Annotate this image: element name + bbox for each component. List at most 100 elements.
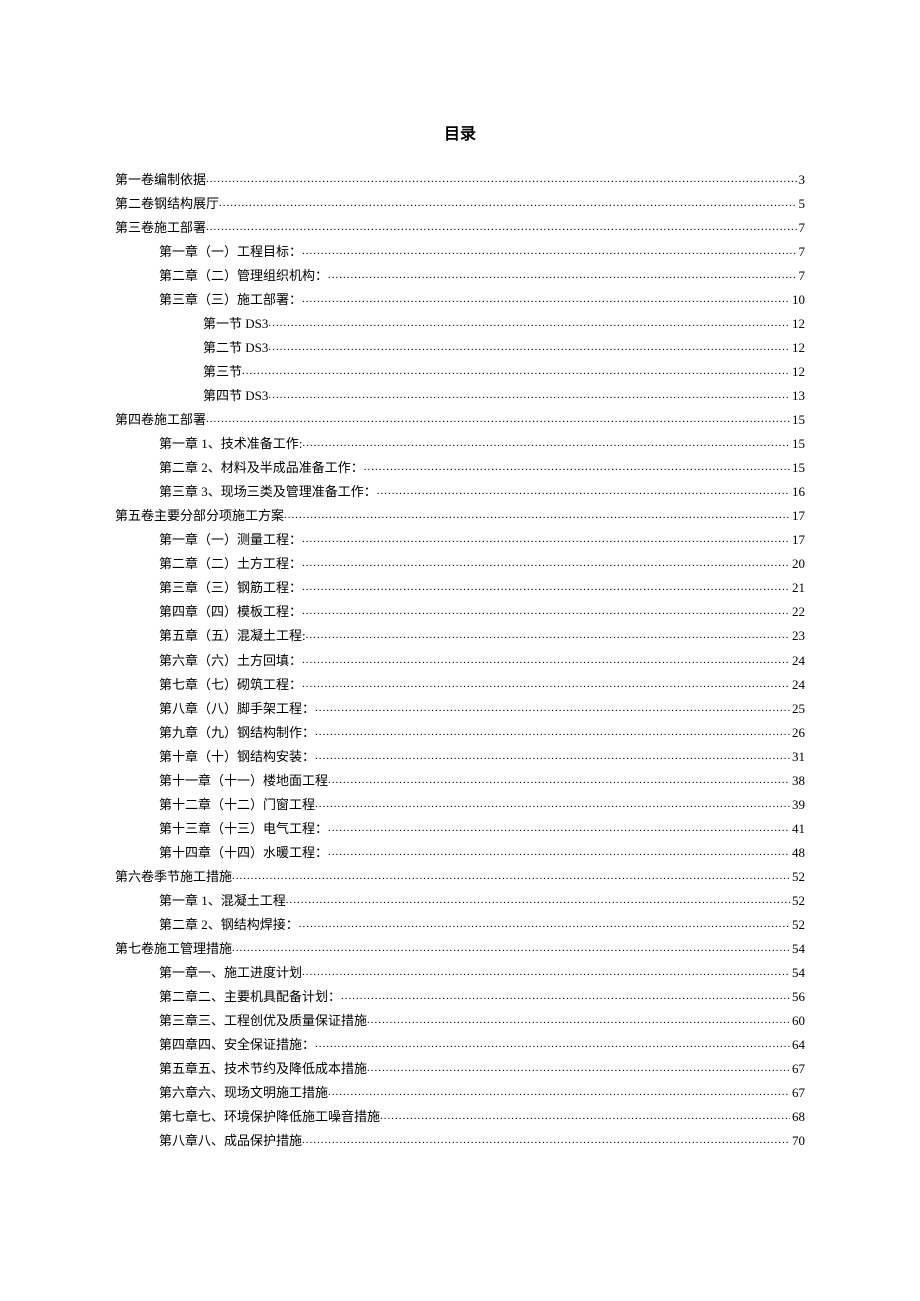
toc-entry-label: 第三卷施工部署	[115, 216, 206, 240]
toc-entry[interactable]: 第一节 DS312	[115, 312, 805, 336]
toc-entry[interactable]: 第四节 DS3 13	[115, 384, 805, 408]
toc-entry[interactable]: 第四卷施工部署 15	[115, 408, 805, 432]
toc-entry-page: 20	[790, 552, 805, 576]
toc-entry-label: 第二章（二）土方工程：	[159, 552, 302, 576]
toc-entry-page: 38	[790, 769, 805, 793]
toc-entry[interactable]: 第八章（八）脚手架工程：25	[115, 697, 805, 721]
toc-entry-label: 第二章 2、材料及半成品准备工作：	[159, 456, 364, 480]
toc-entry-page: 23	[790, 624, 805, 648]
toc-entry-page: 12	[790, 336, 805, 360]
toc-entry-label: 第一卷编制依据	[115, 168, 206, 192]
toc-entry-label: 第四节 DS3	[203, 384, 268, 408]
toc-entry[interactable]: 第三章 3、现场三类及管理准备工作：16	[115, 480, 805, 504]
toc-entry-label: 第十章（十）钢结构安装：	[159, 745, 315, 769]
toc-entry-label: 第二章（二）管理组织机构：	[159, 264, 328, 288]
toc-entry-page: 22	[790, 600, 805, 624]
toc-entry-label: 第一节 DS3	[203, 312, 268, 336]
toc-entry[interactable]: 第十一章（十一）楼地面工程38	[115, 769, 805, 793]
toc-entry-label: 第一章（一）工程目标：	[159, 240, 302, 264]
toc-leader-dots	[232, 938, 790, 958]
toc-entry[interactable]: 第三章三、工程创优及质量保证措施 60	[115, 1009, 805, 1033]
toc-entry[interactable]: 第二章 2、钢结构焊接：52	[115, 913, 805, 937]
toc-entry[interactable]: 第十四章（十四）水暖工程：48	[115, 841, 805, 865]
toc-entry[interactable]: 第二章（二）土方工程： 20	[115, 552, 805, 576]
toc-entry-page: 5	[797, 192, 806, 216]
toc-entry[interactable]: 第一卷编制依据3	[115, 168, 805, 192]
toc-leader-dots	[302, 529, 790, 549]
toc-entry[interactable]: 第一章（一）测量工程：17	[115, 528, 805, 552]
toc-entry-label: 第二节 DS3	[203, 336, 268, 360]
toc-entry[interactable]: 第二节 DS3 12	[115, 336, 805, 360]
toc-entry[interactable]: 第六章（六）土方回填： 24	[115, 649, 805, 673]
toc-entry-page: 31	[790, 745, 805, 769]
toc-entry-page: 24	[790, 649, 805, 673]
toc-entry-label: 第二卷钢结构展厅	[115, 192, 219, 216]
toc-entry[interactable]: 第七卷施工管理措施 54	[115, 937, 805, 961]
toc-entry-label: 第四卷施工部署	[115, 408, 206, 432]
toc-leader-dots	[268, 385, 790, 405]
toc-leader-dots	[299, 914, 790, 934]
toc-entry-page: 70	[790, 1129, 805, 1153]
toc-entry[interactable]: 第五章（五）混凝土工程: 23	[115, 624, 805, 648]
toc-entry[interactable]: 第四章（四）模板工程：22	[115, 600, 805, 624]
toc-entry-page: 7	[797, 216, 806, 240]
toc-leader-dots	[302, 577, 790, 597]
toc-entry-page: 16	[790, 480, 805, 504]
toc-leader-dots	[242, 361, 790, 381]
toc-entry[interactable]: 第五卷主要分部分项施工方案17	[115, 504, 805, 528]
toc-entry-page: 15	[790, 456, 805, 480]
toc-entry[interactable]: 第八章八、成品保护措施 70	[115, 1129, 805, 1153]
toc-title: 目录	[115, 120, 805, 150]
toc-leader-dots	[284, 505, 790, 525]
toc-leader-dots	[328, 818, 790, 838]
toc-entry[interactable]: 第三章（三）施工部署：10	[115, 288, 805, 312]
toc-entry[interactable]: 第六卷季节施工措施52	[115, 865, 805, 889]
toc-leader-dots	[380, 1106, 790, 1126]
toc-entry-label: 第六章（六）土方回填：	[159, 649, 302, 673]
toc-entry[interactable]: 第三卷施工部署 7	[115, 216, 805, 240]
toc-entry-label: 第七卷施工管理措施	[115, 937, 232, 961]
toc-entry-label: 第三章（三）施工部署：	[159, 288, 302, 312]
toc-leader-dots	[302, 962, 790, 982]
toc-entry[interactable]: 第二卷钢结构展厅 5	[115, 192, 805, 216]
toc-entry[interactable]: 第二章（二）管理组织机构：7	[115, 264, 805, 288]
toc-entry[interactable]: 第九章（九）钢结构制作：26	[115, 721, 805, 745]
toc-entry[interactable]: 第六章六、现场文明施工措施67	[115, 1081, 805, 1105]
toc-leader-dots	[302, 289, 790, 309]
toc-entry-page: 12	[790, 360, 805, 384]
toc-entry[interactable]: 第一章 1、混凝土工程52	[115, 889, 805, 913]
toc-list: 第一卷编制依据3第二卷钢结构展厅5第三卷施工部署7第一章（一）工程目标：7第二章…	[115, 168, 805, 1154]
toc-entry-label: 第八章八、成品保护措施	[159, 1129, 302, 1153]
toc-entry[interactable]: 第二章二、主要机具配备计划：56	[115, 985, 805, 1009]
toc-entry[interactable]: 第七章（七）砌筑工程：24	[115, 673, 805, 697]
toc-entry-page: 60	[790, 1009, 805, 1033]
toc-entry[interactable]: 第四章四、安全保证措施：64	[115, 1033, 805, 1057]
toc-entry-label: 第六章六、现场文明施工措施	[159, 1081, 328, 1105]
toc-entry[interactable]: 第二章 2、材料及半成品准备工作： 15	[115, 456, 805, 480]
toc-entry[interactable]: 第一章 1、技术准备工作:15	[115, 432, 805, 456]
toc-entry[interactable]: 第三章（三）钢筋工程：21	[115, 576, 805, 600]
toc-leader-dots	[367, 1010, 790, 1030]
toc-entry-page: 41	[790, 817, 805, 841]
toc-entry-label: 第三章三、工程创优及质量保证措施	[159, 1009, 367, 1033]
toc-leader-dots	[206, 409, 790, 429]
toc-entry[interactable]: 第一章一、施工进度计划54	[115, 961, 805, 985]
toc-entry-label: 第十二章（十二）门窗工程	[159, 793, 315, 817]
toc-entry[interactable]: 第十二章（十二）门窗工程 39	[115, 793, 805, 817]
toc-entry[interactable]: 第三节12	[115, 360, 805, 384]
toc-leader-dots	[302, 553, 790, 573]
toc-entry-page: 68	[790, 1105, 805, 1129]
toc-entry[interactable]: 第一章（一）工程目标： 7	[115, 240, 805, 264]
toc-entry-page: 13	[790, 384, 805, 408]
toc-entry-page: 7	[797, 240, 806, 264]
toc-entry[interactable]: 第十三章（十三）电气工程：41	[115, 817, 805, 841]
toc-leader-dots	[367, 1058, 790, 1078]
toc-leader-dots	[302, 674, 790, 694]
toc-entry-page: 39	[790, 793, 805, 817]
toc-entry-label: 第五章（五）混凝土工程:	[159, 624, 306, 648]
toc-entry[interactable]: 第五章五、技术节约及降低成本措施67	[115, 1057, 805, 1081]
toc-entry[interactable]: 第十章（十）钢结构安装： 31	[115, 745, 805, 769]
toc-entry-page: 54	[790, 937, 805, 961]
toc-entry-page: 15	[790, 408, 805, 432]
toc-entry[interactable]: 第七章七、环境保护降低施工噪音措施68	[115, 1105, 805, 1129]
